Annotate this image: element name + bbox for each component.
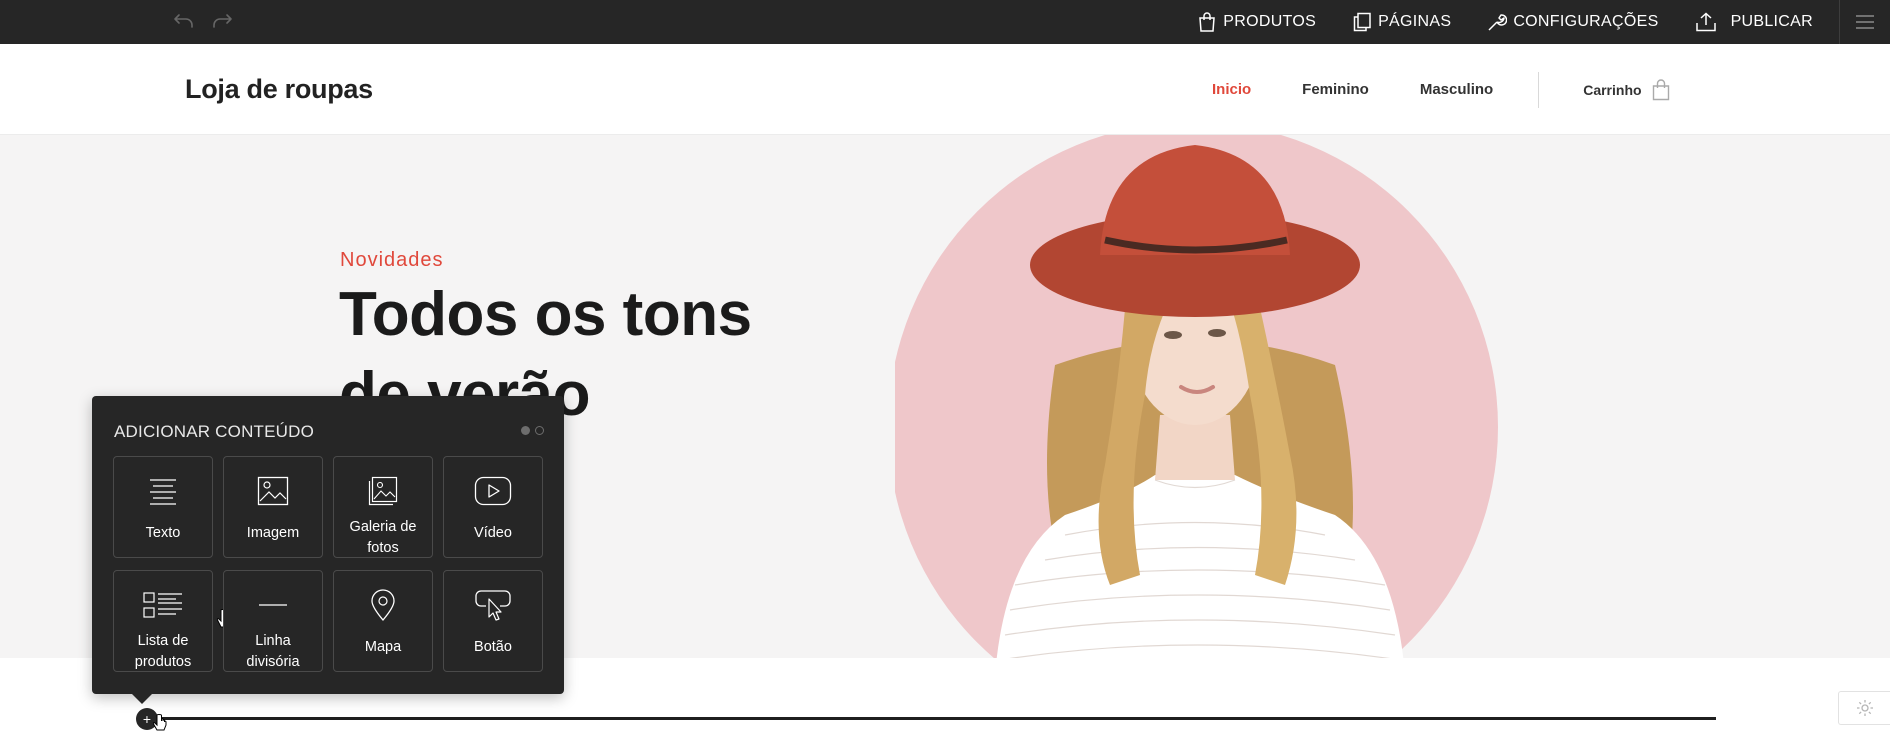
pages-menu[interactable]: PÁGINAS: [1334, 0, 1469, 44]
site-header: Loja de roupas Inicio Feminino Masculino…: [0, 44, 1890, 135]
tile-label: Mapa: [364, 639, 402, 655]
pager-dot[interactable]: [535, 426, 544, 435]
pages-label: PÁGINAS: [1378, 13, 1452, 30]
redo-icon: [213, 14, 232, 28]
redo-button[interactable]: [208, 8, 236, 34]
pager-dot-active[interactable]: [521, 426, 530, 435]
pages-icon: [1353, 12, 1371, 32]
section-divider-line: [148, 717, 1716, 720]
tile-label: Galeria de fotos: [349, 519, 417, 556]
shopping-bag-icon: [1199, 12, 1216, 32]
tile-label: Vídeo: [474, 525, 512, 541]
cart-label: Carrinho: [1583, 81, 1642, 98]
undo-icon: [174, 14, 193, 28]
popup-pager: [521, 426, 544, 435]
nav-divider: [1538, 71, 1540, 108]
tile-mapa[interactable]: Mapa: [333, 570, 433, 672]
map-pin-icon: [371, 589, 395, 621]
popup-title: ADICIONAR CONTEÚDO: [114, 422, 315, 441]
tile-label: Imagem: [246, 525, 300, 541]
nav-link-masculino[interactable]: Masculino: [1420, 81, 1493, 98]
nav-link-inicio[interactable]: Inicio: [1212, 81, 1251, 98]
text-icon: [150, 479, 176, 505]
wrench-icon: [1488, 14, 1508, 31]
gallery-icon: [368, 476, 398, 506]
products-label: PRODUTOS: [1223, 13, 1317, 30]
tile-video[interactable]: Vídeo: [443, 456, 543, 558]
tile-label: Lista de produtos: [134, 633, 192, 670]
hamburger-menu-icon: [1856, 15, 1874, 29]
section-settings-button[interactable]: [1838, 691, 1890, 725]
site-logo[interactable]: Loja de roupas: [185, 74, 373, 105]
tile-galeria-de-fotos[interactable]: Galeria de fotos: [333, 456, 433, 558]
tile-label: Texto: [145, 525, 181, 541]
content-tiles: Texto Imagem Galeria de fotos Vídeo List…: [113, 456, 543, 672]
tile-botao[interactable]: Botão: [443, 570, 543, 672]
undo-button[interactable]: [170, 8, 198, 34]
publish-label: PUBLICAR: [1730, 13, 1813, 30]
divider-line-icon: [259, 604, 287, 606]
page: PRODUTOS PÁGINAS CONFIGURAÇÕES PUBLICAR …: [0, 0, 1890, 735]
product-list-icon: [143, 592, 182, 618]
tile-texto[interactable]: Texto: [113, 456, 213, 558]
hand-cursor-icon: [152, 714, 167, 731]
site-nav: Inicio Feminino Masculino Carrinho: [1212, 44, 1670, 135]
editor-nav: PRODUTOS PÁGINAS CONFIGURAÇÕES PUBLICAR: [1179, 0, 1890, 44]
tile-linha-divisoria[interactable]: Linha divisória: [223, 570, 323, 672]
shopping-bag-icon: [1652, 78, 1669, 100]
button-click-icon: [475, 590, 511, 621]
add-content-popup: ADICIONAR CONTEÚDO Texto Imagem Galeria …: [92, 396, 564, 704]
hero-kicker: Novidades: [340, 249, 444, 271]
hero-model-image: [895, 135, 1498, 658]
tile-imagem[interactable]: Imagem: [223, 456, 323, 558]
upload-icon: [1695, 12, 1716, 32]
image-icon: [257, 476, 289, 506]
tile-label: Linha divisória: [246, 633, 300, 670]
nav-link-feminino[interactable]: Feminino: [1302, 81, 1369, 98]
video-play-icon: [474, 476, 512, 506]
publish-button[interactable]: PUBLICAR: [1677, 0, 1831, 44]
tile-lista-de-produtos[interactable]: Lista de produtos: [113, 570, 231, 672]
tile-label: Botão: [474, 639, 512, 655]
settings-menu[interactable]: CONFIGURAÇÕES: [1469, 0, 1676, 44]
main-menu-button[interactable]: [1840, 0, 1890, 44]
editor-toolbar: PRODUTOS PÁGINAS CONFIGURAÇÕES PUBLICAR: [0, 0, 1890, 44]
settings-label: CONFIGURAÇÕES: [1513, 13, 1659, 30]
cart-link[interactable]: Carrinho: [1583, 78, 1669, 101]
products-menu[interactable]: PRODUTOS: [1179, 0, 1334, 44]
history-controls: [170, 8, 236, 34]
gear-icon: [1856, 700, 1873, 716]
